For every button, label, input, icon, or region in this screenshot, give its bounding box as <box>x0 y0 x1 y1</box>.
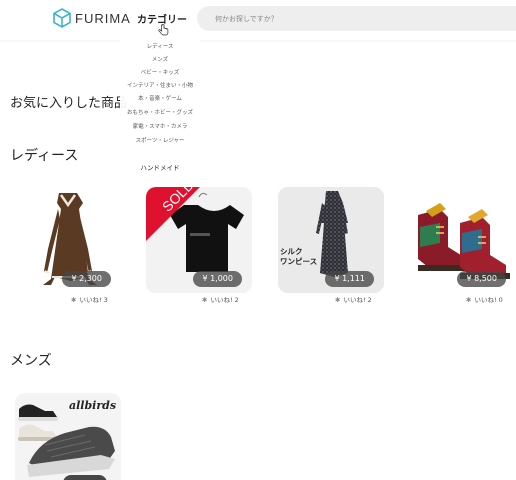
product-photo-caption: シルク ワンピース <box>280 247 318 266</box>
site-header: FURIMA カテゴリー <box>0 0 516 40</box>
price-tag: ¥ 1,111 <box>325 271 374 287</box>
star-icon: ✱ <box>335 296 341 304</box>
category-item-baby-kids[interactable]: ベビー・キッズ <box>120 68 200 76</box>
like-count[interactable]: ✱ いいね! 0 <box>466 294 503 304</box>
brand-text: allbirds <box>69 399 117 412</box>
search-input[interactable] <box>197 6 516 31</box>
star-icon: ✱ <box>466 296 472 304</box>
ladies-section-title: レディース <box>10 148 79 164</box>
product-card[interactable]: allbirds <box>15 393 121 480</box>
category-dropdown: レディース メンズ ベビー・キッズ インテリア・住まい・小物 本・音楽・ゲーム … <box>120 40 200 180</box>
hand-cursor-icon <box>158 24 169 36</box>
category-item-books-music[interactable]: 本・音楽・ゲーム <box>120 94 200 102</box>
category-item-mens[interactable]: メンズ <box>120 55 200 63</box>
category-item-sports[interactable]: スポーツ・レジャー <box>120 136 200 144</box>
mens-section-title: メンズ <box>10 353 52 369</box>
like-count[interactable]: ✱ いいね! 2 <box>202 294 239 304</box>
price-tag: ¥ 2,300 <box>62 271 111 287</box>
site-logo[interactable]: FURIMA <box>53 8 131 28</box>
logo-text: FURIMA <box>75 10 131 26</box>
favorites-title: お気に入りした商品 <box>10 96 128 111</box>
category-item-handmade[interactable]: ハンドメイド <box>120 162 200 172</box>
product-card[interactable]: シルク ワンピース ¥ 1,111 <box>278 187 384 293</box>
product-card[interactable]: ¥ 2,300 <box>15 187 121 293</box>
star-icon: ✱ <box>202 296 208 304</box>
product-card[interactable]: SOLD ¥ 1,000 <box>146 187 252 293</box>
category-item-electronics[interactable]: 家電・スマホ・カメラ <box>120 122 200 130</box>
price-tag: ¥ 8,500 <box>457 271 506 287</box>
category-item-interior[interactable]: インテリア・住まい・小物 <box>120 81 200 89</box>
category-item-toys-hobby[interactable]: おもちゃ・ホビー・グッズ <box>120 108 200 116</box>
product-card[interactable]: ¥ 8,500 <box>410 187 516 293</box>
like-count-text: いいね! 2 <box>210 296 239 304</box>
like-count[interactable]: ✱ いいね! 2 <box>335 294 372 304</box>
category-item-ladies[interactable]: レディース <box>120 42 200 50</box>
price-tag <box>63 475 107 480</box>
like-count-text: いいね! 3 <box>79 296 108 304</box>
logo-cube-icon <box>53 8 71 28</box>
like-count-text: いいね! 0 <box>474 296 503 304</box>
like-count-text: いいね! 2 <box>343 296 372 304</box>
like-count[interactable]: ✱ いいね! 3 <box>71 294 108 304</box>
star-icon: ✱ <box>71 296 77 304</box>
price-tag: ¥ 1,000 <box>193 271 242 287</box>
